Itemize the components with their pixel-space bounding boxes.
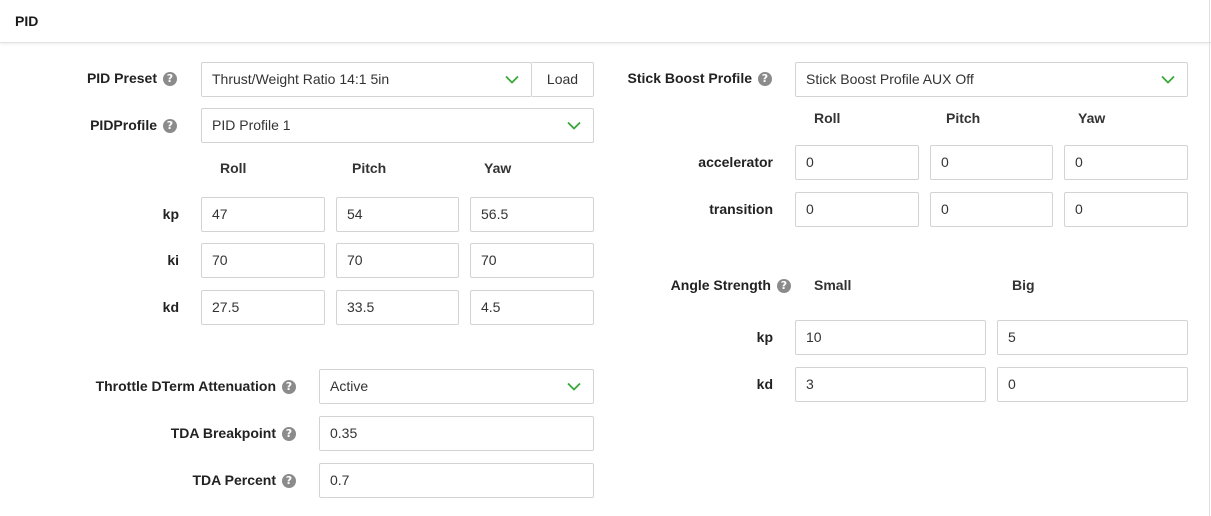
stick-boost-select[interactable]: Stick Boost Profile AUX Off — [795, 62, 1188, 97]
pid-ki-roll-input[interactable]: 70 — [201, 243, 325, 278]
chevron-down-icon — [567, 370, 581, 403]
transition-yaw-input[interactable]: 0 — [1064, 192, 1188, 227]
column-header-pitch: Pitch — [946, 110, 981, 126]
column-header-big: Big — [1012, 277, 1035, 293]
stick-boost-label: Stick Boost Profile? — [628, 70, 772, 86]
angle-kd-big-input[interactable]: 0 — [997, 367, 1188, 402]
tda-label: Throttle DTerm Attenuation? — [96, 378, 296, 394]
pid-ki-pitch-input[interactable]: 70 — [336, 243, 459, 278]
transition-roll-input[interactable]: 0 — [795, 192, 919, 227]
boost-row-label-accelerator: accelerator — [698, 154, 773, 170]
stick-boost-value: Stick Boost Profile AUX Off — [806, 71, 974, 87]
pid-preset-label: PID Preset? — [87, 70, 177, 86]
pid-kp-yaw-input[interactable]: 56.5 — [470, 197, 594, 232]
chevron-down-icon — [1161, 63, 1175, 96]
pid-row-label-kd: kd — [162, 299, 179, 315]
tda-select[interactable]: Active — [319, 369, 594, 404]
pid-preset-value: Thrust/Weight Ratio 14:1 5in — [212, 71, 390, 87]
panel-right-border — [1209, 0, 1210, 516]
help-icon[interactable]: ? — [758, 72, 772, 86]
tda-breakpoint-label: TDA Breakpoint? — [171, 425, 296, 441]
accelerator-roll-input[interactable]: 0 — [795, 145, 919, 180]
pid-preset-select[interactable]: Thrust/Weight Ratio 14:1 5in — [201, 62, 532, 97]
chevron-down-icon — [567, 109, 581, 142]
column-header-pitch: Pitch — [352, 160, 387, 176]
pid-kp-pitch-input[interactable]: 54 — [336, 197, 459, 232]
tda-percent-label: TDA Percent? — [192, 472, 296, 488]
angle-kp-small-input[interactable]: 10 — [795, 320, 986, 355]
load-button[interactable]: Load — [532, 62, 594, 97]
pid-kd-roll-input[interactable]: 27.5 — [201, 290, 325, 325]
pid-ki-yaw-input[interactable]: 70 — [470, 243, 594, 278]
help-icon[interactable]: ? — [163, 72, 177, 86]
pid-profile-select[interactable]: PID Profile 1 — [201, 108, 594, 143]
angle-kd-small-input[interactable]: 3 — [795, 367, 986, 402]
help-icon[interactable]: ? — [282, 474, 296, 488]
column-header-roll: Roll — [814, 110, 841, 126]
pid-kp-roll-input[interactable]: 47 — [201, 197, 325, 232]
pid-kd-yaw-input[interactable]: 4.5 — [470, 290, 594, 325]
transition-pitch-input[interactable]: 0 — [930, 192, 1053, 227]
tda-breakpoint-input[interactable]: 0.35 — [319, 416, 594, 451]
pid-row-label-ki: ki — [167, 252, 179, 268]
chevron-down-icon — [505, 63, 519, 96]
column-header-small: Small — [814, 277, 852, 293]
column-header-roll: Roll — [220, 160, 247, 176]
help-icon[interactable]: ? — [777, 279, 791, 293]
tda-percent-input[interactable]: 0.7 — [319, 463, 594, 498]
pid-profile-value: PID Profile 1 — [212, 117, 291, 133]
pid-profile-label: PIDProfile? — [90, 117, 177, 133]
help-icon[interactable]: ? — [282, 427, 296, 441]
accelerator-pitch-input[interactable]: 0 — [930, 145, 1053, 180]
column-header-yaw: Yaw — [1078, 110, 1106, 126]
panel-header: PID — [0, 0, 1211, 43]
angle-kp-big-input[interactable]: 5 — [997, 320, 1188, 355]
help-icon[interactable]: ? — [282, 380, 296, 394]
column-header-yaw: Yaw — [484, 160, 512, 176]
angle-row-label-kd: kd — [756, 376, 773, 392]
pid-row-label-kp: kp — [162, 206, 179, 222]
tda-value: Active — [330, 378, 369, 394]
angle-row-label-kp: kp — [756, 329, 773, 345]
boost-row-label-transition: transition — [709, 201, 773, 217]
pid-kd-pitch-input[interactable]: 33.5 — [336, 290, 459, 325]
panel-title: PID — [15, 13, 39, 29]
angle-strength-label: Angle Strength? — [671, 277, 791, 293]
accelerator-yaw-input[interactable]: 0 — [1064, 145, 1188, 180]
help-icon[interactable]: ? — [163, 119, 177, 133]
